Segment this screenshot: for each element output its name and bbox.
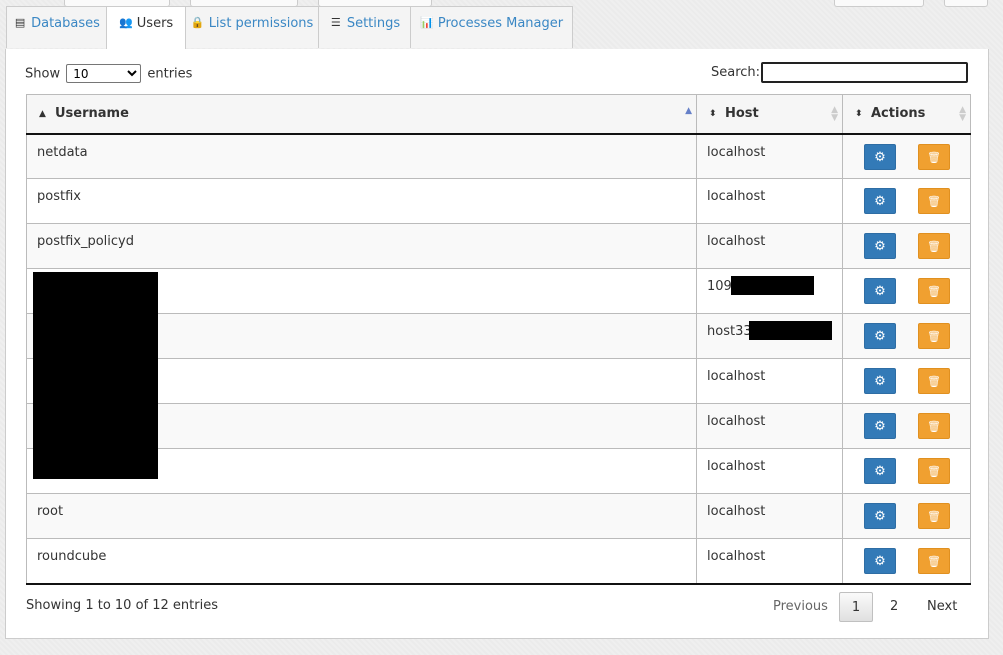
sort-indicator-icon: ▲ ▼ bbox=[831, 105, 838, 123]
sort-both-icon: ⬍ bbox=[709, 109, 717, 120]
host-cell: localhost bbox=[696, 178, 843, 224]
edit-privileges-button[interactable]: ⚙ bbox=[864, 188, 896, 214]
actions-cell: ⚙ 🗑 bbox=[842, 358, 971, 404]
length-suffix-label: entries bbox=[147, 66, 193, 82]
edit-privileges-button[interactable]: ⚙ bbox=[864, 503, 896, 529]
edit-privileges-button[interactable]: ⚙ bbox=[864, 458, 896, 484]
host-cell: localhost bbox=[696, 448, 843, 494]
host-cell: localhost bbox=[696, 223, 843, 269]
username-cell: netdata bbox=[26, 133, 697, 179]
delete-user-button[interactable]: 🗑 bbox=[918, 188, 950, 214]
username-cell: postfix bbox=[26, 178, 697, 224]
tab-users[interactable]: 👥 Users bbox=[106, 6, 186, 50]
delete-user-button[interactable]: 🗑 bbox=[918, 458, 950, 484]
host-cell: localhost bbox=[696, 403, 843, 449]
delete-user-button[interactable]: 🗑 bbox=[918, 278, 950, 304]
delete-user-button[interactable]: 🗑 bbox=[918, 503, 950, 529]
delete-user-button[interactable]: 🗑 bbox=[918, 143, 950, 170]
actions-cell: ⚙ 🗑 bbox=[842, 538, 971, 585]
sliders-icon: ☰ bbox=[330, 16, 341, 29]
delete-user-button[interactable]: 🗑 bbox=[918, 413, 950, 439]
page-length-select[interactable]: 10 bbox=[66, 64, 142, 83]
next-page-button[interactable]: Next bbox=[927, 592, 957, 622]
length-prefix-label: Show bbox=[25, 66, 61, 82]
sort-asc-icon: ▲ bbox=[39, 109, 46, 120]
tab-bar: ▤ Databases 👥 Users 🔒 List permissions ☰ Set… bbox=[6, 6, 988, 50]
sort-indicator-icon: ▲ ▼ bbox=[959, 105, 966, 123]
tab-list-permissions[interactable]: 🔒 List permissions bbox=[185, 6, 319, 48]
actions-cell: ⚙ 🗑 bbox=[842, 493, 971, 539]
sort-both-icon: ⬍ bbox=[855, 109, 863, 120]
table-row: root localhost ⚙ 🗑 bbox=[26, 493, 971, 539]
edit-privileges-button[interactable]: ⚙ bbox=[864, 368, 896, 394]
table-info: Showing 1 to 10 of 12 entries bbox=[26, 598, 218, 613]
delete-user-button[interactable]: 🗑 bbox=[918, 323, 950, 349]
table-row: localhost ⚙ 🗑 bbox=[26, 448, 971, 494]
username-cell: root bbox=[26, 493, 697, 539]
tab-processes-manager[interactable]: 📊 Processes Manager bbox=[410, 6, 573, 48]
host-cell: localhost bbox=[696, 133, 843, 179]
redaction-block bbox=[749, 321, 832, 340]
previous-page-button[interactable]: Previous bbox=[773, 592, 828, 622]
table-row: postfix_policyd localhost ⚙ 🗑 bbox=[26, 223, 971, 269]
table-row: netdata localhost ⚙ 🗑 bbox=[26, 133, 971, 179]
host-cell: localhost bbox=[696, 358, 843, 404]
edit-privileges-button[interactable]: ⚙ bbox=[864, 143, 896, 170]
table-row: localhost ⚙ 🗑 bbox=[26, 403, 971, 449]
host-cell: localhost bbox=[696, 493, 843, 539]
lock-icon: 🔒 bbox=[190, 16, 205, 29]
tab-databases[interactable]: ▤ Databases bbox=[6, 6, 107, 48]
table-row: 109. ⚙ 🗑 bbox=[26, 268, 971, 314]
bar-chart-icon: 📊 bbox=[420, 16, 434, 29]
edit-privileges-button[interactable]: ⚙ bbox=[864, 413, 896, 439]
table-row: roundcube localhost ⚙ 🗑 bbox=[26, 538, 971, 585]
actions-cell: ⚙ 🗑 bbox=[842, 313, 971, 359]
page-button-1[interactable]: 1 bbox=[839, 592, 873, 622]
column-header-username[interactable]: ▲ Username ▲ bbox=[26, 94, 697, 135]
database-icon: ▤ bbox=[14, 16, 26, 29]
actions-cell: ⚙ 🗑 bbox=[842, 178, 971, 224]
page-button-2[interactable]: 2 bbox=[890, 592, 898, 622]
actions-cell: ⚙ 🗑 bbox=[842, 268, 971, 314]
redaction-block bbox=[33, 272, 158, 479]
table-row: localhost ⚙ 🗑 bbox=[26, 358, 971, 404]
actions-cell: ⚙ 🗑 bbox=[842, 223, 971, 269]
search-label: Search: bbox=[711, 65, 761, 80]
search-input[interactable] bbox=[761, 62, 968, 83]
tab-settings[interactable]: ☰ Settings bbox=[318, 6, 411, 48]
edit-privileges-button[interactable]: ⚙ bbox=[864, 323, 896, 349]
delete-user-button[interactable]: 🗑 bbox=[918, 548, 950, 574]
users-icon: 👥 bbox=[118, 16, 133, 29]
redaction-block bbox=[731, 276, 814, 295]
table-row: postfix localhost ⚙ 🗑 bbox=[26, 178, 971, 224]
sort-indicator-icon: ▲ bbox=[685, 106, 692, 116]
actions-cell: ⚙ 🗑 bbox=[842, 403, 971, 449]
username-cell: roundcube bbox=[26, 538, 697, 585]
actions-cell: ⚙ 🗑 bbox=[842, 133, 971, 179]
host-cell: localhost bbox=[696, 538, 843, 585]
search-control: Search: bbox=[711, 62, 968, 83]
edit-privileges-button[interactable]: ⚙ bbox=[864, 278, 896, 304]
column-header-host[interactable]: ⬍ Host ▲ ▼ bbox=[696, 94, 843, 135]
edit-privileges-button[interactable]: ⚙ bbox=[864, 233, 896, 259]
delete-user-button[interactable]: 🗑 bbox=[918, 233, 950, 259]
page-length-control: Show 10 entries bbox=[25, 64, 192, 83]
actions-cell: ⚙ 🗑 bbox=[842, 448, 971, 494]
username-cell: postfix_policyd bbox=[26, 223, 697, 269]
table-header-row: ▲ Username ▲ ⬍ Host ▲ ▼ ⬍ Actions ▲ ▼ bbox=[26, 94, 971, 135]
edit-privileges-button[interactable]: ⚙ bbox=[864, 548, 896, 574]
column-header-actions[interactable]: ⬍ Actions ▲ ▼ bbox=[842, 94, 971, 135]
delete-user-button[interactable]: 🗑 bbox=[918, 368, 950, 394]
